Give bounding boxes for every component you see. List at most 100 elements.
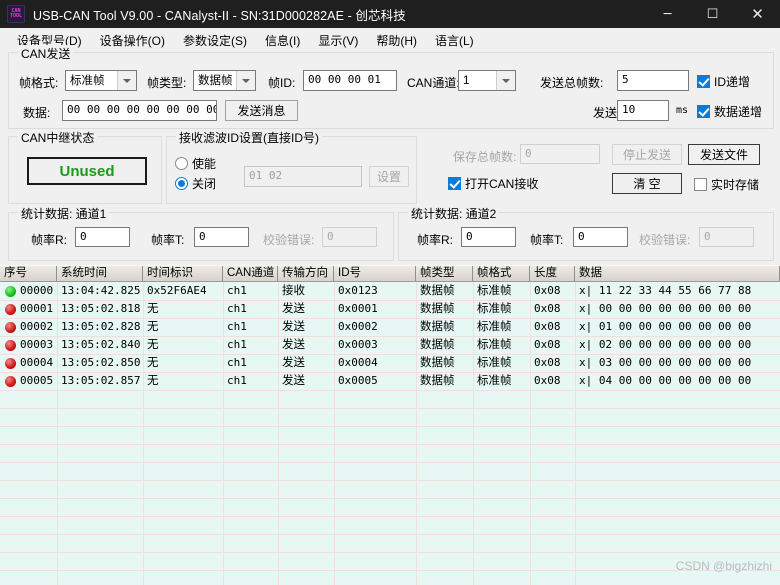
table-row[interactable]: 00001 13:05:02.818 无 ch1 发送 0x0001 数据帧 标准帧 0x08 x… xyxy=(0,300,780,318)
checkbox-box-icon xyxy=(694,178,707,191)
filter-disable-radio[interactable]: 关闭 xyxy=(175,175,216,192)
id-increment-checkbox[interactable]: ID递增 xyxy=(697,73,750,90)
filter-enable-radio[interactable]: 使能 xyxy=(175,155,216,172)
menu-language[interactable]: 语言(L) xyxy=(426,29,483,52)
cell-index-text: 00004 xyxy=(20,356,54,369)
send-message-button[interactable]: 发送消息 xyxy=(225,100,298,121)
column-header-systime[interactable]: 系统时间 xyxy=(57,266,143,281)
relay-status-group: CAN中继状态 Unused xyxy=(8,129,162,204)
send-period-input[interactable]: 10 xyxy=(617,100,669,121)
column-header-data[interactable]: 数据 xyxy=(575,266,780,281)
transmit-indicator-icon xyxy=(5,375,16,387)
cell-length: 0x08 xyxy=(534,374,561,387)
table-row[interactable]: 00000 13:04:42.825 0x52F6AE4 ch1 接收 0x0123 数据帧… xyxy=(0,282,780,300)
data-input[interactable]: 00 00 00 00 00 00 00 00 xyxy=(62,100,217,121)
column-header-length[interactable]: 长度 xyxy=(530,266,575,281)
cell-index: 00005 xyxy=(0,372,57,390)
filter-set-button[interactable]: 设置 xyxy=(369,166,409,187)
grid-line-horizontal xyxy=(0,408,780,409)
relay-status-value: Unused xyxy=(27,157,147,185)
filter-id-input[interactable]: 01 02 xyxy=(244,166,362,187)
cell-index: 00004 xyxy=(0,354,57,372)
ch1-crc-error-label: 校验错误: xyxy=(263,233,315,247)
menu-info[interactable]: 信息(I) xyxy=(256,29,309,52)
column-header-direction[interactable]: 传输方向 xyxy=(278,266,334,281)
table-body[interactable]: 00000 13:04:42.825 0x52F6AE4 ch1 接收 0x0123 数据帧… xyxy=(0,282,780,585)
cell-length: 0x08 xyxy=(534,320,561,333)
cell-frameformat: 标准帧 xyxy=(477,339,512,351)
column-header-timestamp[interactable]: 时间标识 xyxy=(143,266,223,281)
data-increment-checkbox[interactable]: 数据递增 xyxy=(697,103,762,120)
data-label: 数据: xyxy=(23,106,51,120)
app-logo-line2: TOOL xyxy=(9,13,23,19)
grid-line-horizontal xyxy=(0,534,780,535)
cell-index-text: 00001 xyxy=(20,302,54,315)
ch1-frame-rate-t-value: 0 xyxy=(194,227,249,247)
grid-line-horizontal xyxy=(0,516,780,517)
can-channel-select[interactable]: 1 xyxy=(458,70,516,91)
frame-id-input[interactable]: 00 00 00 01 xyxy=(303,70,397,91)
table-row[interactable]: 00005 13:05:02.857 无 ch1 发送 0x0005 数据帧 标准帧 0x08 x… xyxy=(0,372,780,390)
minimize-icon[interactable]: ─ xyxy=(645,0,690,28)
column-header-id[interactable]: ID号 xyxy=(334,266,416,281)
grid-line-horizontal xyxy=(0,498,780,499)
send-period-unit: ms xyxy=(676,105,689,116)
open-can-receive-label: 打开CAN接收 xyxy=(465,177,539,191)
title-bar: CAN TOOL USB-CAN Tool V9.00 - CANalyst-I… xyxy=(0,0,780,28)
filter-disable-label: 关闭 xyxy=(192,177,217,191)
can-send-group: CAN发送 帧格式: 标准帧 帧类型: 数据帧 帧ID: 00 00 00 01… xyxy=(8,45,774,129)
table-row[interactable]: 00003 13:05:02.840 无 ch1 发送 0x0003 数据帧 标准帧 0x08 x… xyxy=(0,336,780,354)
cell-index: 00002 xyxy=(0,318,57,336)
receive-indicator-icon xyxy=(5,285,16,297)
menu-param-setting[interactable]: 参数设定(S) xyxy=(174,29,256,52)
cell-index: 00000 xyxy=(0,282,57,300)
app-window: CAN TOOL USB-CAN Tool V9.00 - CANalyst-I… xyxy=(0,0,780,585)
cell-id: 0x0003 xyxy=(338,338,378,351)
cell-direction: 发送 xyxy=(282,303,305,315)
total-frames-input[interactable]: 5 xyxy=(617,70,689,91)
chevron-down-icon[interactable] xyxy=(496,71,515,90)
radio-circle-icon xyxy=(175,157,188,170)
window-title: USB-CAN Tool V9.00 - CANalyst-II - SN:31… xyxy=(33,8,406,23)
id-increment-label: ID递增 xyxy=(714,75,751,89)
cell-frameformat: 标准帧 xyxy=(477,303,512,315)
column-header-frametype[interactable]: 帧类型 xyxy=(416,266,473,281)
menu-help[interactable]: 帮助(H) xyxy=(367,29,426,52)
cell-index-text: 00005 xyxy=(20,374,54,387)
column-header-index[interactable]: 序号 xyxy=(0,266,57,281)
chevron-down-icon[interactable] xyxy=(236,71,255,90)
cell-frametype: 数据帧 xyxy=(420,321,455,333)
cell-timestamp: 无 xyxy=(147,339,159,351)
grid-line-horizontal xyxy=(0,552,780,553)
frame-type-select[interactable]: 数据帧 xyxy=(193,70,256,91)
cell-data: x| 04 00 00 00 00 00 00 00 xyxy=(579,374,752,387)
grid-line-horizontal xyxy=(0,444,780,445)
table-row[interactable]: 00004 13:05:02.850 无 ch1 发送 0x0004 数据帧 标准帧 0x08 x… xyxy=(0,354,780,372)
open-can-receive-checkbox[interactable]: 打开CAN接收 xyxy=(448,175,538,192)
frame-format-select[interactable]: 标准帧 xyxy=(65,70,137,91)
realtime-store-checkbox[interactable]: 实时存储 xyxy=(694,176,759,193)
ch2-frame-rate-t-value: 0 xyxy=(573,227,628,247)
menu-device-op[interactable]: 设备操作(O) xyxy=(91,29,174,52)
send-file-button[interactable]: 发送文件 xyxy=(688,144,760,165)
close-icon[interactable]: ✕ xyxy=(735,0,780,28)
cell-direction: 发送 xyxy=(282,375,305,387)
menu-bar: 设备型号(D) 设备操作(O) 参数设定(S) 信息(I) 显示(V) 帮助(H… xyxy=(0,28,780,53)
cell-id: 0x0002 xyxy=(338,320,378,333)
clear-button[interactable]: 清 空 xyxy=(612,173,682,194)
menu-display[interactable]: 显示(V) xyxy=(309,29,367,52)
cell-systime: 13:05:02.840 xyxy=(61,338,141,351)
stats-channel2-group: 统计数据: 通道2 帧率R: 0 帧率T: 0 校验错误: 0 xyxy=(398,205,774,261)
saved-frames-label: 保存总帧数: xyxy=(453,150,517,164)
column-header-channel[interactable]: CAN通道 xyxy=(223,266,278,281)
grid-line-horizontal xyxy=(0,426,780,427)
maximize-icon[interactable]: ☐ xyxy=(690,0,735,28)
chevron-down-icon[interactable] xyxy=(117,71,136,90)
cell-systime: 13:05:02.857 xyxy=(61,374,141,387)
column-header-frameformat[interactable]: 帧格式 xyxy=(473,266,530,281)
stop-send-button[interactable]: 停止发送 xyxy=(612,144,682,165)
ch2-frame-rate-t-label: 帧率T: xyxy=(530,233,564,247)
save-control-panel: 保存总帧数: 0 打开CAN接收 停止发送 发送文件 清 空 实时存储 xyxy=(420,136,780,202)
cell-frameformat: 标准帧 xyxy=(477,321,512,333)
table-row[interactable]: 00002 13:05:02.828 无 ch1 发送 0x0002 数据帧 标准帧 0x08 x… xyxy=(0,318,780,336)
